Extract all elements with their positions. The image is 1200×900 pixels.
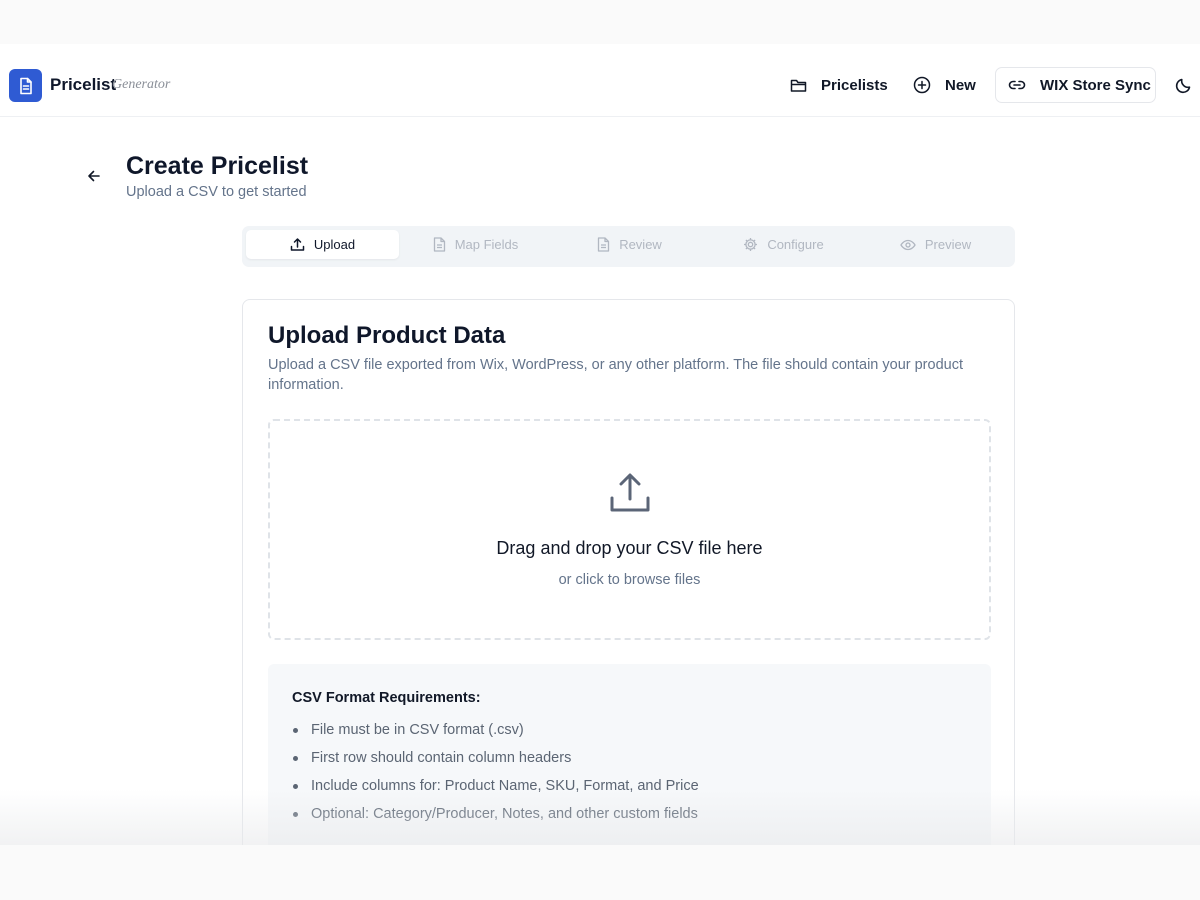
tab-review-label: Review [619,237,662,252]
app-window: Pricelist Generator Pricelists New WIX S… [0,44,1200,845]
file-icon [598,237,610,252]
eye-icon [900,239,916,250]
tab-preview[interactable]: Preview [859,230,1012,259]
tab-configure-label: Configure [767,237,824,252]
list-item: File must be in CSV format (.csv) [292,720,699,748]
folder-icon [790,79,807,92]
page-subtitle: Upload a CSV to get started [126,184,307,200]
document-icon [19,77,32,94]
tab-map-fields[interactable]: Map Fields [399,230,552,259]
upload-icon [290,238,305,251]
tab-review[interactable]: Review [553,230,706,259]
upload-card-description: Upload a CSV file exported from Wix, Wor… [268,357,963,393]
top-navbar: Pricelist Generator Pricelists New WIX S… [0,44,1200,117]
tab-map-fields-label: Map Fields [454,237,519,252]
brand-subtitle: Generator [112,77,171,92]
stepper-tabs: Upload Map Fields Review Configure Previ… [242,226,1015,267]
list-item: First row should contain column headers [292,748,699,776]
back-arrow-icon[interactable] [86,168,102,184]
nav-pricelists-label: Pricelists [821,76,888,94]
dropzone-subtitle: or click to browse files [558,572,701,588]
logo[interactable] [9,69,42,102]
gear-icon [744,238,758,251]
page-title: Create Pricelist [126,152,309,180]
csv-requirements-box: CSV Format Requirements: File must be in… [268,664,991,845]
wix-store-sync-label: WIX Store Sync [1040,76,1151,94]
upload-card-title: Upload Product Data [268,322,506,349]
wix-store-sync-button[interactable]: WIX Store Sync [995,67,1156,103]
tab-configure[interactable]: Configure [707,230,860,259]
list-item: Include columns for: Product Name, SKU, … [292,776,699,804]
requirements-title: CSV Format Requirements: [292,690,481,706]
list-item: Optional: Category/Producer, Notes, and … [292,804,699,832]
tab-preview-label: Preview [924,237,972,252]
tab-upload[interactable]: Upload [246,230,399,259]
upload-card: Upload Product Data Upload a CSV file ex… [242,299,1015,845]
csv-dropzone[interactable]: Drag and drop your CSV file here or clic… [268,419,991,640]
nav-pricelists-button[interactable]: Pricelists [790,67,888,103]
requirements-list: File must be in CSV format (.csv) First … [292,720,699,832]
nav-new-button[interactable]: New [913,67,976,103]
brand-name[interactable]: Pricelist [50,75,116,95]
upload-icon [610,473,650,512]
nav-new-label: New [945,76,976,94]
link-icon [1008,80,1026,90]
file-icon [433,237,445,252]
tab-upload-label: Upload [313,237,356,252]
plus-circle-icon [913,76,931,94]
moon-icon[interactable] [1175,76,1193,94]
dropzone-title: Drag and drop your CSV file here [496,538,763,558]
